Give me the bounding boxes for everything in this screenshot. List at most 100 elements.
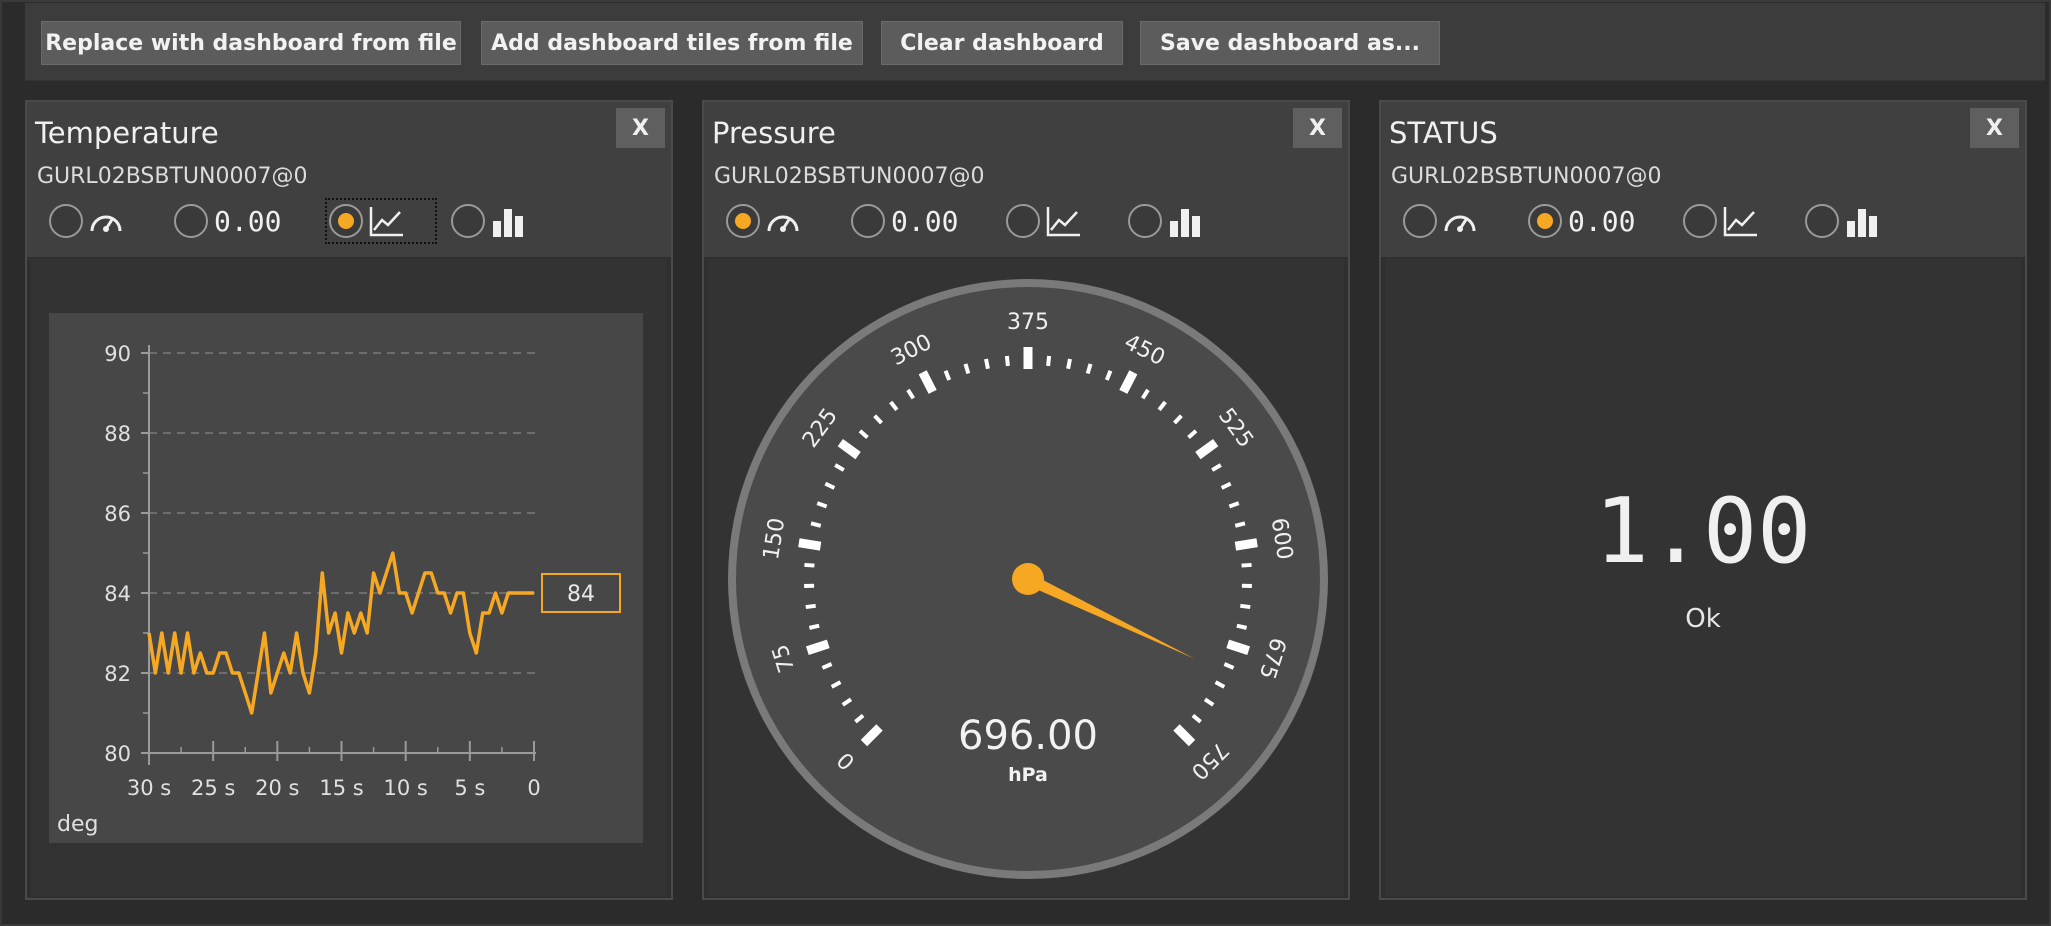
view-option-bar-chart[interactable] bbox=[1128, 198, 1206, 244]
gauge-tick-label: 375 bbox=[1007, 310, 1049, 335]
view-option-bar-chart[interactable] bbox=[451, 198, 529, 244]
x-tick-label: 5 s bbox=[454, 776, 485, 800]
gauge-value: 696.00 bbox=[958, 713, 1098, 759]
gauge-major-tick bbox=[1234, 538, 1258, 551]
gauge-minor-tick bbox=[1234, 521, 1246, 528]
line-chart-icon bbox=[1046, 207, 1080, 237]
view-option-numeric[interactable]: 0.00 bbox=[851, 198, 958, 244]
gauge-minor-tick bbox=[1004, 355, 1010, 367]
view-option-gauge[interactable] bbox=[726, 198, 804, 244]
radio-button[interactable] bbox=[1805, 204, 1839, 238]
gauge-minor-tick bbox=[1085, 363, 1093, 375]
view-option-line-chart[interactable] bbox=[1006, 198, 1084, 244]
bar-chart-icon bbox=[493, 209, 523, 237]
dashboard-toolbar: Replace with dashboard from file Add das… bbox=[25, 3, 2045, 81]
x-tick-label: 15 s bbox=[319, 776, 363, 800]
radio-button[interactable] bbox=[49, 204, 83, 238]
tile-body: 80 82 84 86 88 90 30 s 25 s 20 s 15 s 10 s 5 s 0 84 de… bbox=[31, 259, 667, 896]
gauge-minor-tick bbox=[1241, 562, 1252, 568]
pressure-tile: Pressure GURL02BSBTUN0007@0 X 0.00 0 75 … bbox=[702, 100, 1350, 900]
gauge-minor-tick bbox=[1236, 623, 1248, 630]
gauge-minor-tick bbox=[810, 521, 822, 528]
close-tile-button[interactable]: X bbox=[1970, 108, 2019, 148]
device-id: GURL02BSBTUN0007@0 bbox=[1391, 164, 1662, 189]
radio-button[interactable] bbox=[1403, 204, 1437, 238]
view-option-line-chart[interactable] bbox=[1683, 198, 1761, 244]
series-line bbox=[147, 551, 534, 715]
radio-button[interactable] bbox=[1128, 204, 1162, 238]
bar-chart-icon bbox=[1170, 209, 1200, 237]
gauge-minor-tick bbox=[804, 562, 815, 568]
gauge-minor-tick bbox=[1240, 603, 1251, 610]
current-value-label: 84 bbox=[567, 582, 595, 607]
tile-header: STATUS GURL02BSBTUN0007@0 X 0.00 bbox=[1381, 102, 2025, 257]
gauge-minor-tick bbox=[805, 603, 816, 610]
radio-button[interactable] bbox=[1683, 204, 1717, 238]
view-options: 0.00 bbox=[716, 198, 1336, 248]
status-text: Ok bbox=[1685, 604, 1721, 634]
gauge-minor-tick bbox=[1066, 358, 1072, 370]
temperature-chart: 80 82 84 86 88 90 30 s 25 s 20 s 15 s 10 s 5 s 0 84 de… bbox=[49, 313, 643, 843]
add-dashboard-tiles-button[interactable]: Add dashboard tiles from file bbox=[481, 21, 863, 65]
radio-button[interactable] bbox=[1006, 204, 1040, 238]
y-tick-label: 84 bbox=[104, 582, 131, 606]
radio-button[interactable] bbox=[851, 204, 885, 238]
pressure-gauge: 075150225300375450525600675750696.00hPa bbox=[728, 279, 1328, 879]
gauge-minor-tick bbox=[808, 623, 820, 630]
radio-button[interactable] bbox=[174, 204, 208, 238]
gauge-icon bbox=[90, 215, 122, 232]
radio-button-selected[interactable] bbox=[329, 204, 363, 238]
gauge-minor-tick bbox=[984, 358, 990, 370]
tile-header: Temperature GURL02BSBTUN0007@0 X 0.00 bbox=[27, 102, 671, 257]
view-option-gauge[interactable] bbox=[1403, 198, 1481, 244]
view-option-gauge[interactable] bbox=[49, 198, 127, 244]
view-option-numeric[interactable]: 0.00 bbox=[174, 198, 281, 244]
tile-body: 0 75 150 225 300 375 450 525 600 675 750 696.00 hPa bbox=[708, 259, 1344, 896]
tile-title: Temperature bbox=[35, 116, 219, 150]
gauge-unit: hPa bbox=[1008, 764, 1048, 786]
radio-button-selected[interactable] bbox=[726, 204, 760, 238]
tile-header: Pressure GURL02BSBTUN0007@0 X 0.00 bbox=[704, 102, 1348, 257]
bar-chart-icon bbox=[1847, 209, 1877, 237]
line-chart-icon bbox=[1723, 207, 1757, 237]
close-tile-button[interactable]: X bbox=[616, 108, 665, 148]
gauge-needle-hub bbox=[1012, 563, 1044, 595]
tile-title: Pressure bbox=[712, 116, 836, 150]
view-options: 0.00 bbox=[39, 198, 659, 248]
status-tile: STATUS GURL02BSBTUN0007@0 X 0.00 1.00 Ok bbox=[1379, 100, 2027, 900]
y-tick-label: 86 bbox=[104, 502, 131, 526]
replace-dashboard-button[interactable]: Replace with dashboard from file bbox=[41, 21, 461, 65]
gauge-minor-tick bbox=[1046, 355, 1052, 367]
view-options: 0.00 bbox=[1393, 198, 2013, 248]
radio-button-selected[interactable] bbox=[1528, 204, 1562, 238]
x-tick-label: 30 s bbox=[127, 776, 171, 800]
numeric-option-label: 0.00 bbox=[214, 204, 282, 238]
gauge-icon bbox=[1444, 215, 1476, 232]
tile-body: 1.00 Ok bbox=[1385, 259, 2021, 896]
tile-title: STATUS bbox=[1389, 116, 1498, 150]
status-value: 1.00 bbox=[1594, 479, 1812, 584]
x-tick-label: 25 s bbox=[191, 776, 235, 800]
y-tick-label: 90 bbox=[104, 342, 131, 366]
clear-dashboard-button[interactable]: Clear dashboard bbox=[881, 21, 1123, 65]
y-axis-unit-label: deg bbox=[57, 812, 98, 837]
close-tile-button[interactable]: X bbox=[1293, 108, 1342, 148]
view-option-numeric[interactable]: 0.00 bbox=[1528, 198, 1635, 244]
y-tick-label: 82 bbox=[104, 662, 131, 686]
view-option-line-chart[interactable] bbox=[325, 198, 437, 244]
line-chart: 80 82 84 86 88 90 30 s 25 s 20 s 15 s 10 s 5 s 0 84 de… bbox=[57, 342, 621, 837]
save-dashboard-button[interactable]: Save dashboard as... bbox=[1140, 21, 1440, 65]
view-option-bar-chart[interactable] bbox=[1805, 198, 1883, 244]
numeric-option-label: 0.00 bbox=[1568, 204, 1636, 238]
device-id: GURL02BSBTUN0007@0 bbox=[714, 164, 985, 189]
gauge-minor-tick bbox=[963, 363, 971, 375]
temperature-tile: Temperature GURL02BSBTUN0007@0 X 0.00 80… bbox=[25, 100, 673, 900]
x-tick-label: 0 bbox=[527, 776, 540, 800]
line-chart-icon bbox=[369, 207, 403, 237]
gauge-major-tick bbox=[798, 538, 822, 551]
y-tick-label: 88 bbox=[104, 422, 131, 446]
x-tick-label: 10 s bbox=[383, 776, 427, 800]
radio-button[interactable] bbox=[451, 204, 485, 238]
y-tick-label: 80 bbox=[104, 742, 131, 766]
x-tick-label: 20 s bbox=[255, 776, 299, 800]
